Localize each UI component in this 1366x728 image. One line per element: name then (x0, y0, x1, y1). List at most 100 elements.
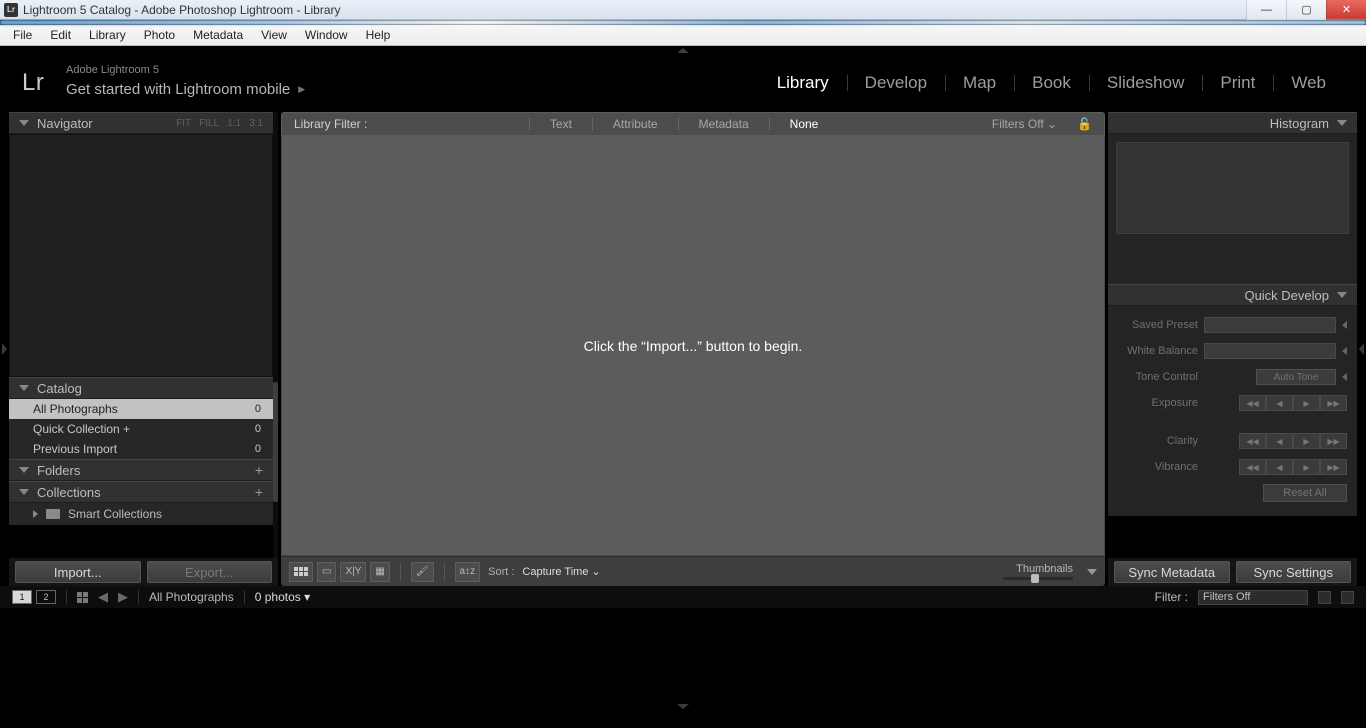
step-minus[interactable]: ◀ (1266, 395, 1293, 411)
filter-switch-icon[interactable] (1318, 591, 1331, 604)
close-button[interactable]: ✕ (1326, 0, 1366, 20)
step-plus-large[interactable]: ▶▶ (1320, 433, 1347, 449)
getstarted-link[interactable]: Get started with Lightroom mobile ▶ (66, 81, 305, 98)
step-plus-large[interactable]: ▶▶ (1320, 459, 1347, 475)
white-balance-select[interactable] (1204, 343, 1336, 359)
menu-library[interactable]: Library (80, 28, 135, 42)
zoom-3-1[interactable]: 3:1 (249, 118, 263, 129)
breadcrumb[interactable]: All Photographs (149, 590, 234, 604)
step-plus[interactable]: ▶ (1293, 433, 1320, 449)
grid-view[interactable]: Click the “Import...” button to begin. (281, 136, 1105, 556)
filmstrip-source-icon[interactable] (1341, 591, 1354, 604)
export-button[interactable]: Export... (147, 561, 273, 583)
menu-edit[interactable]: Edit (41, 28, 80, 42)
module-book[interactable]: Book (1014, 73, 1089, 93)
histogram-canvas[interactable] (1116, 142, 1349, 234)
filter-metadata[interactable]: Metadata (693, 117, 755, 131)
screen-2-button[interactable]: 2 (36, 590, 56, 604)
catalog-item-all[interactable]: All Photographs 0 (9, 399, 273, 419)
catalog-header[interactable]: Catalog (9, 377, 273, 399)
catalog-item-previous[interactable]: Previous Import 0 (9, 439, 273, 459)
menu-photo[interactable]: Photo (135, 28, 184, 42)
step-plus[interactable]: ▶ (1293, 459, 1320, 475)
menu-metadata[interactable]: Metadata (184, 28, 252, 42)
module-library[interactable]: Library (759, 73, 847, 93)
module-print[interactable]: Print (1202, 73, 1273, 93)
collapse-icon[interactable] (1342, 373, 1347, 381)
sync-metadata-button[interactable]: Sync Metadata (1114, 561, 1230, 583)
slider-knob[interactable] (1031, 574, 1039, 583)
nav-forward-icon[interactable]: ▶ (118, 589, 128, 605)
filter-none[interactable]: None (784, 117, 825, 131)
bottom-panel-toggle[interactable] (0, 702, 1366, 710)
menu-view[interactable]: View (252, 28, 296, 42)
aero-blur (0, 20, 1366, 25)
folders-header[interactable]: Folders + (9, 459, 273, 481)
module-web[interactable]: Web (1273, 73, 1344, 93)
step-minus[interactable]: ◀ (1266, 433, 1293, 449)
collapse-icon[interactable] (1342, 347, 1347, 355)
left-scrollbar[interactable] (273, 112, 278, 558)
module-map[interactable]: Map (945, 73, 1014, 93)
module-develop[interactable]: Develop (847, 73, 945, 93)
step-minus-large[interactable]: ◀◀ (1239, 433, 1266, 449)
jump-grid-icon[interactable] (77, 592, 88, 603)
filter-text[interactable]: Text (544, 117, 578, 131)
sort-direction-button[interactable]: a↕z (455, 562, 481, 582)
sort-value-dropdown[interactable]: Capture Time ⌄ (522, 565, 600, 578)
step-minus[interactable]: ◀ (1266, 459, 1293, 475)
brand-label: Adobe Lightroom 5 (66, 64, 159, 76)
step-minus-large[interactable]: ◀◀ (1239, 395, 1266, 411)
navigator-header[interactable]: Navigator FIT FILL 1:1 3:1 (9, 112, 273, 134)
minimize-button[interactable]: — (1246, 0, 1286, 20)
add-collection-icon[interactable]: + (255, 484, 263, 500)
loupe-view-button[interactable]: ▭ (317, 562, 336, 582)
maximize-button[interactable]: ▢ (1286, 0, 1326, 20)
toolbar-menu-icon[interactable] (1087, 569, 1097, 575)
screen-1-button[interactable]: 1 (12, 590, 32, 604)
sort-label: Sort : (488, 566, 514, 578)
reset-all-button[interactable]: Reset All (1263, 484, 1347, 502)
smart-collections-row[interactable]: Smart Collections (9, 503, 273, 525)
disclosure-icon (19, 489, 29, 495)
top-panel-toggle[interactable] (0, 46, 1366, 54)
photo-count-dropdown[interactable]: 0 photos ▾ (255, 590, 310, 604)
thumbnail-slider[interactable] (1003, 577, 1073, 580)
nav-back-icon[interactable]: ◀ (98, 589, 108, 605)
menu-help[interactable]: Help (357, 28, 400, 42)
zoom-fill[interactable]: FILL (199, 118, 219, 129)
grid-view-button[interactable] (289, 562, 313, 582)
menu-file[interactable]: File (4, 28, 41, 42)
import-button[interactable]: Import... (15, 561, 141, 583)
catalog-item-quick[interactable]: Quick Collection + 0 (9, 419, 273, 439)
filmstrip[interactable] (0, 608, 1366, 702)
navigator-preview[interactable] (9, 134, 273, 377)
sync-settings-button[interactable]: Sync Settings (1236, 561, 1352, 583)
zoom-1-1[interactable]: 1:1 (227, 118, 241, 129)
add-folder-icon[interactable]: + (255, 462, 263, 478)
step-minus-large[interactable]: ◀◀ (1239, 459, 1266, 475)
navigator-zoom: FIT FILL 1:1 3:1 (176, 118, 263, 129)
lock-icon[interactable]: 🔓 (1077, 117, 1092, 131)
filmstrip-filter-select[interactable]: Filters Off (1198, 590, 1308, 605)
saved-preset-select[interactable] (1204, 317, 1336, 333)
collections-header[interactable]: Collections + (9, 481, 273, 503)
scrollbar-thumb[interactable] (273, 382, 278, 502)
histogram-header[interactable]: Histogram (1108, 112, 1357, 134)
collapse-icon[interactable] (1342, 321, 1347, 329)
compare-view-button[interactable]: X|Y (340, 562, 366, 582)
step-plus[interactable]: ▶ (1293, 395, 1320, 411)
left-panel-toggle[interactable] (0, 112, 9, 586)
right-button-row: Sync Metadata Sync Settings (1108, 558, 1357, 586)
step-plus-large[interactable]: ▶▶ (1320, 395, 1347, 411)
filter-attribute[interactable]: Attribute (607, 117, 664, 131)
module-slideshow[interactable]: Slideshow (1089, 73, 1203, 93)
menu-window[interactable]: Window (296, 28, 357, 42)
right-panel-toggle[interactable] (1357, 112, 1366, 586)
painter-button[interactable]: 🖌 (411, 562, 434, 582)
zoom-fit[interactable]: FIT (176, 118, 191, 129)
survey-view-button[interactable]: ▦ (370, 562, 389, 582)
filter-preset[interactable]: Filters Off ⌄ (986, 117, 1063, 131)
quickdevelop-header[interactable]: Quick Develop (1108, 284, 1357, 306)
auto-tone-button[interactable]: Auto Tone (1256, 369, 1336, 385)
